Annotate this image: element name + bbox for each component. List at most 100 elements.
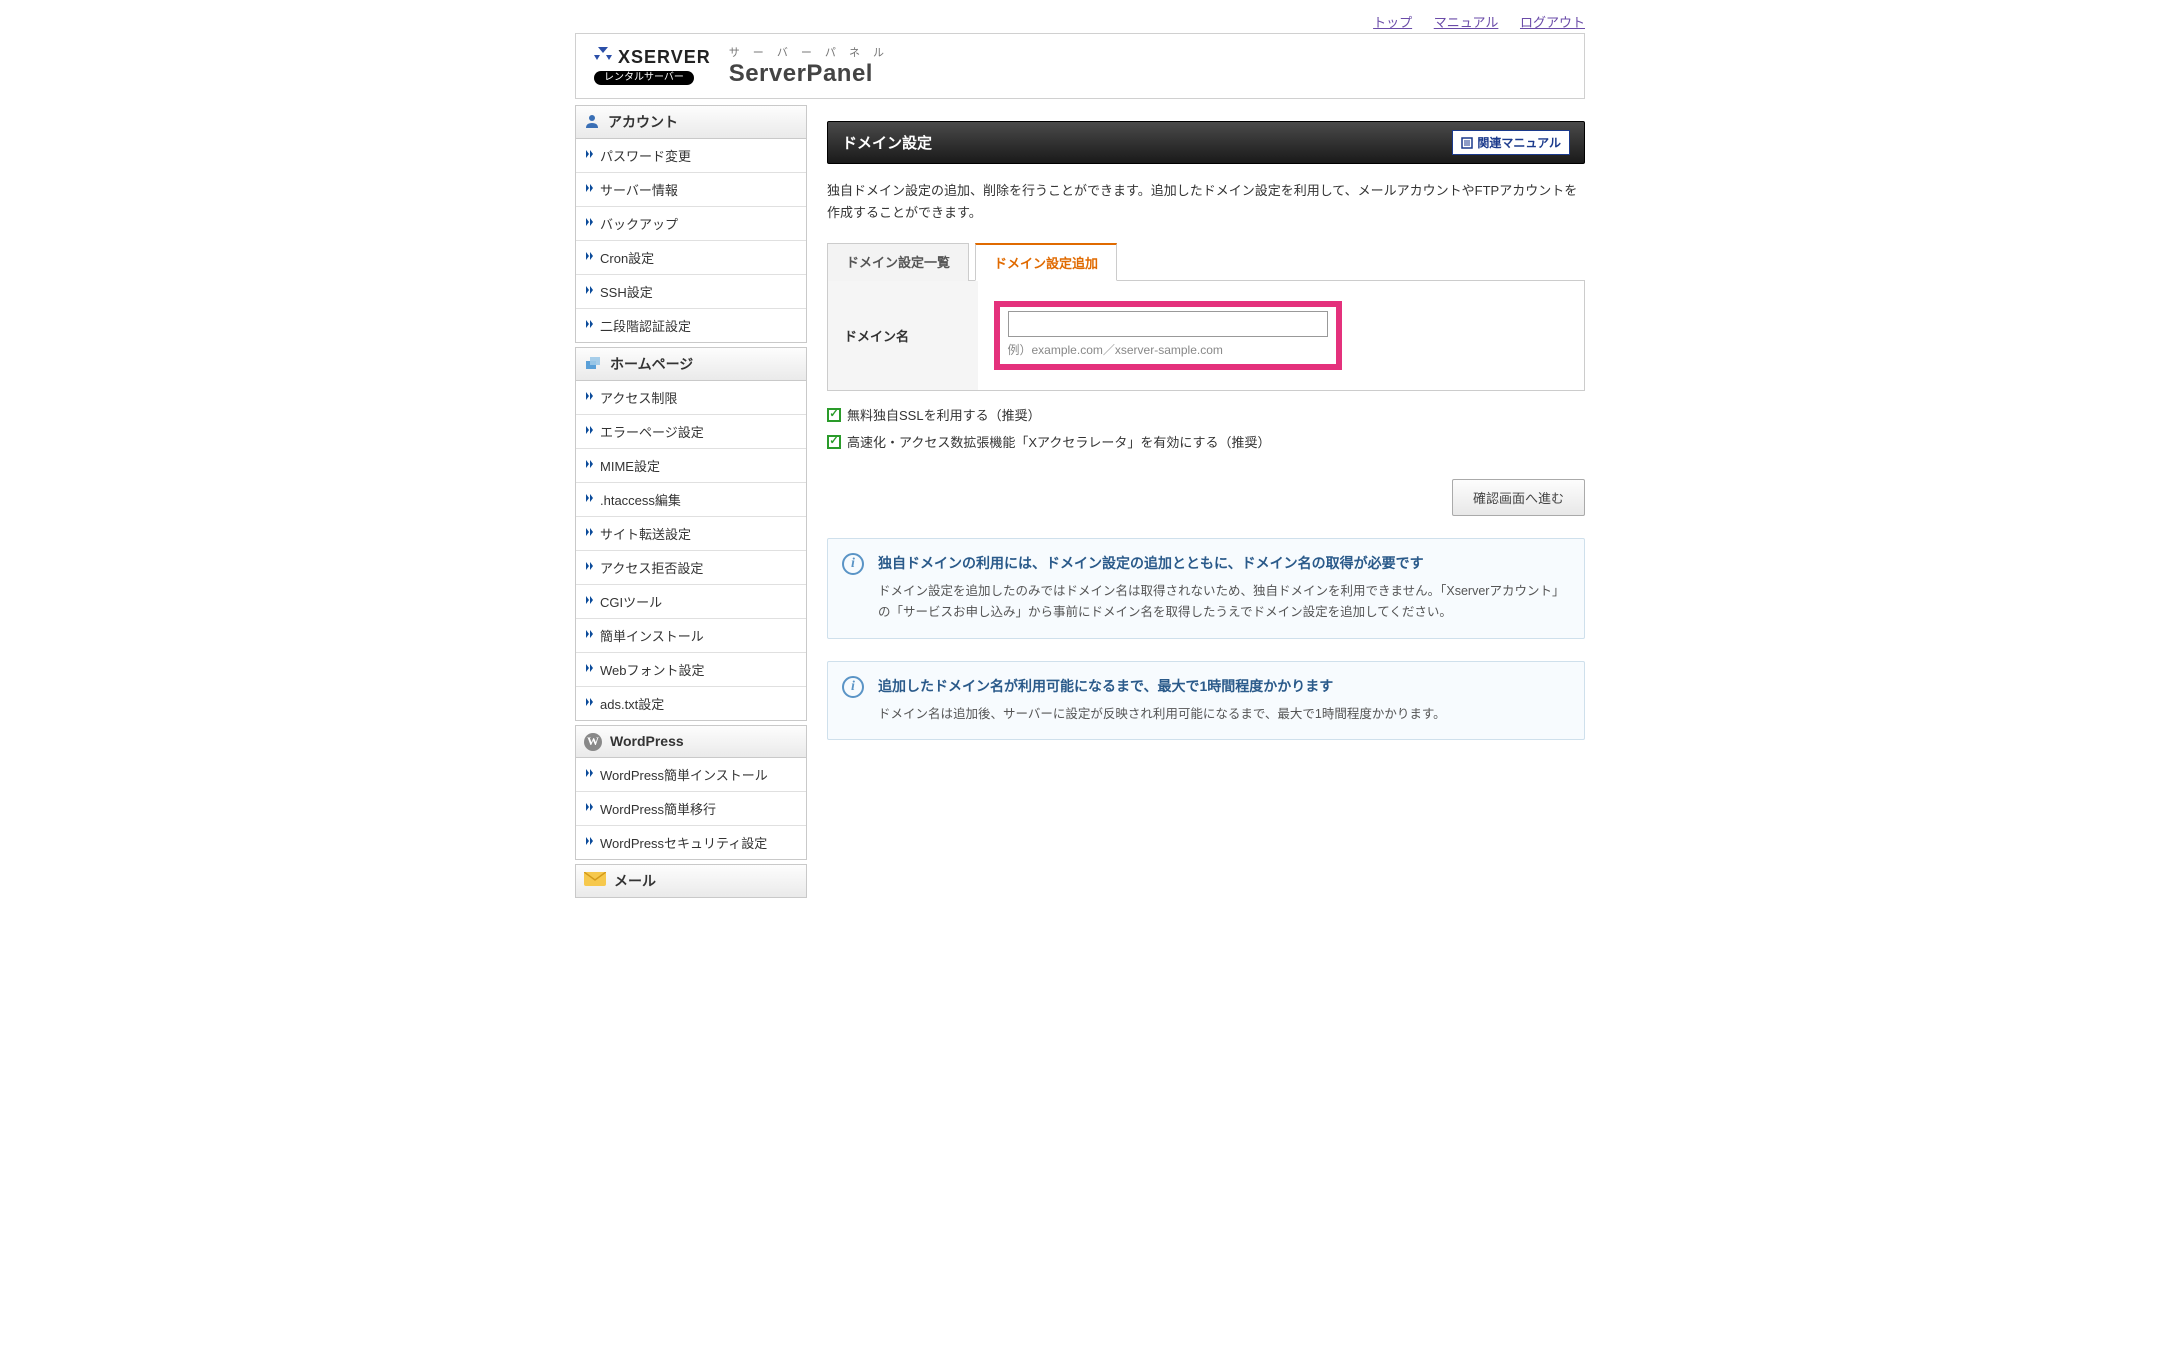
site-header: XSERVER レンタルサーバー サ ー バ ー パ ネ ル ServerPan… [575, 33, 1585, 99]
main-content: ドメイン設定 関連マニュアル 独自ドメイン設定の追加、削除を行うことができます。… [827, 105, 1585, 740]
sidebar-item-label: バックアップ [600, 214, 678, 233]
sidebar-item[interactable]: エラーページ設定 [576, 414, 806, 448]
arrow-icon [586, 218, 596, 229]
page-title-bar: ドメイン設定 関連マニュアル [827, 121, 1585, 164]
sidebar-item-label: アクセス制限 [600, 388, 677, 407]
arrow-icon [586, 837, 596, 848]
sidebar-item[interactable]: CGIツール [576, 584, 806, 618]
sidebar-item-label: Webフォント設定 [600, 660, 705, 679]
top-nav-link[interactable]: ログアウト [1520, 15, 1585, 30]
info-text: ドメイン設定を追加したのみではドメイン名は取得されないため、独自ドメインを利用で… [878, 581, 1568, 624]
info-box: i 独自ドメインの利用には、ドメイン設定の追加とともに、ドメイン名の取得が必要で… [827, 538, 1585, 639]
domain-label: ドメイン名 [828, 281, 978, 391]
option-checkbox-row[interactable]: ✓ 高速化・アクセス数拡張機能「Xアクセラレータ」を有効にする（推奨） [827, 432, 1585, 451]
sidebar-item-label: 簡単インストール [600, 626, 704, 645]
arrow-icon [586, 426, 596, 437]
tabs: ドメイン設定一覧ドメイン設定追加 [827, 242, 1585, 281]
sidebar-section-header: アカウント [575, 105, 807, 139]
sidebar-item-label: 二段階認証設定 [600, 316, 691, 335]
confirm-button[interactable]: 確認画面へ進む [1452, 479, 1585, 516]
arrow-icon [586, 320, 596, 331]
book-icon [1461, 137, 1473, 149]
arrow-icon [586, 562, 596, 573]
arrow-icon [586, 286, 596, 297]
sidebar-item[interactable]: Cron設定 [576, 240, 806, 274]
info-box: i 追加したドメイン名が利用可能になるまで、最大で1時間程度かかります ドメイン… [827, 661, 1585, 740]
sidebar-item-label: SSH設定 [600, 282, 653, 301]
logo: XSERVER レンタルサーバー [594, 47, 711, 85]
sidebar-item-label: サイト転送設定 [600, 524, 691, 543]
logo-icon [594, 47, 612, 67]
brand-badge: レンタルサーバー [594, 71, 694, 85]
arrow-icon [586, 698, 596, 709]
arrow-icon [586, 596, 596, 607]
checkbox-checked-icon: ✓ [827, 408, 841, 422]
info-text: ドメイン名は追加後、サーバーに設定が反映され利用可能になるまで、最大で1時間程度… [878, 704, 1568, 725]
sidebar-item-label: ads.txt設定 [600, 694, 664, 713]
option-checkbox-row[interactable]: ✓ 無料独自SSLを利用する（推奨） [827, 405, 1585, 424]
sidebar-section-header: ホームページ [575, 347, 807, 381]
sidebar-item[interactable]: アクセス拒否設定 [576, 550, 806, 584]
tab[interactable]: ドメイン設定追加 [975, 243, 1117, 281]
top-nav: トップ マニュアル ログアウト [575, 0, 1585, 33]
panel-title-en: ServerPanel [729, 60, 889, 88]
sidebar-item-label: .htaccess編集 [600, 490, 681, 509]
domain-input-example: 例）example.com／xserver-sample.com [1008, 341, 1328, 358]
sidebar-item[interactable]: Webフォント設定 [576, 652, 806, 686]
sidebar-item-label: Cron設定 [600, 248, 654, 267]
arrow-icon [586, 184, 596, 195]
sidebar-item-label: CGIツール [600, 592, 662, 611]
sidebar-item[interactable]: バックアップ [576, 206, 806, 240]
arrow-icon [586, 494, 596, 505]
sidebar-item[interactable]: アクセス制限 [576, 381, 806, 414]
sidebar-item-label: WordPress簡単インストール [600, 765, 768, 784]
option-label: 高速化・アクセス数拡張機能「Xアクセラレータ」を有効にする（推奨） [847, 432, 1271, 451]
sidebar-item-label: WordPressセキュリティ設定 [600, 833, 767, 852]
brand-name: XSERVER [618, 48, 711, 66]
sidebar-item-label: WordPress簡単移行 [600, 799, 716, 818]
page-title: ドメイン設定 [842, 132, 932, 153]
options-checks: ✓ 無料独自SSLを利用する（推奨） ✓ 高速化・アクセス数拡張機能「Xアクセラレータ… [827, 405, 1585, 451]
sidebar-item[interactable]: 簡単インストール [576, 618, 806, 652]
info-icon: i [842, 553, 864, 575]
account-icon [584, 113, 600, 132]
top-nav-link[interactable]: トップ [1373, 15, 1412, 30]
arrow-icon [586, 460, 596, 471]
sidebar-item-label: アクセス拒否設定 [600, 558, 703, 577]
related-manual-button[interactable]: 関連マニュアル [1452, 130, 1570, 155]
top-nav-link[interactable]: マニュアル [1434, 15, 1499, 30]
domain-input[interactable] [1008, 311, 1328, 337]
checkbox-checked-icon: ✓ [827, 435, 841, 449]
sidebar-item[interactable]: SSH設定 [576, 274, 806, 308]
tab[interactable]: ドメイン設定一覧 [827, 243, 969, 281]
sidebar-item[interactable]: サーバー情報 [576, 172, 806, 206]
info-icon: i [842, 676, 864, 698]
sidebar-item[interactable]: 二段階認証設定 [576, 308, 806, 342]
domain-form-table: ドメイン名 例）example.com／xserver-sample.com [827, 281, 1585, 391]
arrow-icon [586, 392, 596, 403]
sidebar-item-label: MIME設定 [600, 456, 660, 475]
sidebar-item[interactable]: ads.txt設定 [576, 686, 806, 720]
mail-icon [584, 872, 606, 889]
option-label: 無料独自SSLを利用する（推奨） [847, 405, 1041, 424]
sidebar-item[interactable]: .htaccess編集 [576, 482, 806, 516]
sidebar-item[interactable]: サイト転送設定 [576, 516, 806, 550]
sidebar-section-header: WWordPress [575, 725, 807, 758]
sidebar: アカウントパスワード変更サーバー情報バックアップ Cron設定 SSH設定二段階認証… [575, 105, 807, 902]
sidebar-item[interactable]: MIME設定 [576, 448, 806, 482]
sidebar-item[interactable]: WordPress簡単移行 [576, 791, 806, 825]
sidebar-item[interactable]: WordPressセキュリティ設定 [576, 825, 806, 859]
sidebar-item[interactable]: WordPress簡単インストール [576, 758, 806, 791]
page-description: 独自ドメイン設定の追加、削除を行うことができます。追加したドメイン設定を利用して… [827, 180, 1585, 224]
sidebar-section-header: メール [575, 864, 807, 898]
domain-input-highlight: 例）example.com／xserver-sample.com [994, 301, 1342, 370]
arrow-icon [586, 150, 596, 161]
arrow-icon [586, 252, 596, 263]
sidebar-item[interactable]: パスワード変更 [576, 139, 806, 172]
wordpress-icon: W [584, 732, 602, 751]
panel-title-jp: サ ー バ ー パ ネ ル [729, 44, 889, 60]
sidebar-item-label: エラーページ設定 [600, 422, 704, 441]
arrow-icon [586, 803, 596, 814]
home-icon [584, 355, 602, 374]
sidebar-item-label: パスワード変更 [600, 146, 691, 165]
